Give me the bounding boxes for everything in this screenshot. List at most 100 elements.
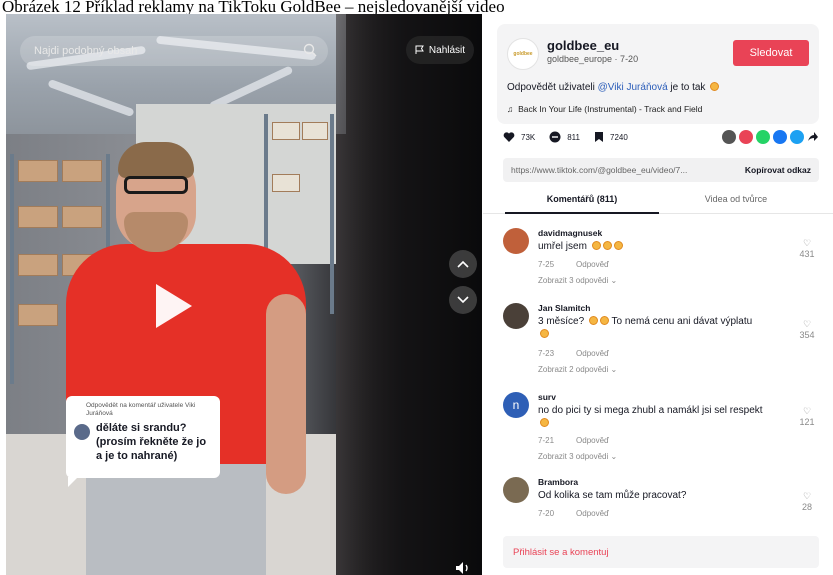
login-to-comment-button[interactable]: Přihlásit se a komentuj: [503, 536, 819, 568]
video-description: Odpovědět uživateli @Viki Juráňová je to…: [507, 82, 720, 93]
video-person: [66, 134, 326, 575]
copy-link-button[interactable]: Kopírovat odkaz: [745, 165, 811, 175]
video-player[interactable]: Najdi podobný obsah Nahlásit Odpovědět n…: [6, 14, 482, 575]
comment-like[interactable]: ♡ 431: [795, 238, 819, 259]
save-stat[interactable]: 7240: [594, 131, 628, 143]
whatsapp-icon[interactable]: [756, 130, 770, 144]
embed-icon[interactable]: [722, 130, 736, 144]
comment-item: Brambora Od kolika se tam může pracovat?…: [503, 477, 819, 523]
chevron-down-icon: [457, 296, 469, 304]
avatar[interactable]: [503, 303, 529, 329]
save-count: 7240: [610, 132, 628, 142]
comment-item: Jan Slamitch 3 měsíce? To nemá cenu ani …: [503, 303, 819, 381]
reply-button[interactable]: Odpověď: [576, 509, 609, 518]
comment-meta: 7-25 Odpověď: [538, 260, 609, 269]
comment-like-count: 354: [799, 330, 815, 340]
report-button[interactable]: Nahlásit: [406, 36, 474, 64]
description-suffix: je to tak: [667, 82, 706, 93]
comment-date: 7-20: [538, 509, 555, 518]
comment-icon: [549, 131, 561, 143]
description-prefix: Odpovědět uživateli: [507, 82, 598, 93]
search-icon[interactable]: [302, 42, 318, 58]
comment-text: Od kolika se tam může pracovat?: [538, 490, 687, 501]
play-icon[interactable]: [156, 284, 192, 328]
heart-outline-icon: ♡: [802, 238, 812, 248]
reply-sticker-avatar: [74, 424, 90, 440]
details-panel: goldbee goldbee_eu goldbee_europe · 7-20…: [483, 14, 833, 575]
reply-button[interactable]: Odpověď: [576, 349, 609, 358]
like-stat[interactable]: 73K: [503, 131, 535, 143]
video-info-card: goldbee goldbee_eu goldbee_europe · 7-20…: [497, 24, 819, 124]
tab-creator-videos[interactable]: Videa od tvůrce: [659, 194, 813, 204]
avatar[interactable]: n: [503, 392, 529, 418]
channel-avatar[interactable]: goldbee: [507, 38, 539, 70]
reply-sticker-text: děláte si srandu? (prosím řekněte že jo …: [96, 422, 207, 462]
comment-text: umřel jsem: [538, 240, 788, 253]
share-url[interactable]: https://www.tiktok.com/@goldbee_eu/video…: [511, 165, 687, 175]
comment-date: 7-23: [538, 349, 555, 358]
share-icons: [722, 130, 819, 144]
facebook-icon[interactable]: [773, 130, 787, 144]
reply-sticker-context: Odpovědět na komentář uživatele Viki Jur…: [86, 402, 196, 417]
comment-like[interactable]: ♡ 121: [795, 406, 819, 427]
reply-button[interactable]: Odpověď: [576, 260, 609, 269]
comment-author[interactable]: Brambora: [538, 477, 578, 487]
comment-meta: 7-23 Odpověď: [538, 349, 609, 358]
comment-date: 7-21: [538, 436, 555, 445]
comment-like-count: 121: [799, 417, 815, 427]
heart-outline-icon: ♡: [802, 406, 812, 416]
volume-icon[interactable]: [453, 559, 473, 575]
comment-count: 811: [567, 132, 580, 142]
chevron-up-icon: [457, 260, 469, 268]
comment-like[interactable]: ♡ 354: [795, 319, 819, 340]
tab-comments[interactable]: Komentářů (811): [505, 194, 659, 204]
comment-like-count: 431: [799, 249, 815, 259]
music-note-icon: ♫: [507, 104, 514, 114]
like-count: 73K: [521, 132, 536, 142]
comment-like-count: 28: [801, 502, 812, 512]
heart-outline-icon: ♡: [802, 319, 812, 329]
share-link-box: https://www.tiktok.com/@goldbee_eu/video…: [503, 158, 819, 182]
comment-text: no do pici ty si mega zhubl a namákl jsi…: [538, 404, 788, 430]
follow-button[interactable]: Sledovat: [733, 40, 809, 66]
reply-button[interactable]: Odpověď: [576, 436, 609, 445]
comment-author[interactable]: davidmagnusek: [538, 228, 602, 238]
view-replies-button[interactable]: Zobrazit 2 odpovědi ⌄: [538, 365, 617, 374]
view-replies-button[interactable]: Zobrazit 3 odpovědi ⌄: [538, 276, 617, 285]
report-label: Nahlásit: [428, 44, 466, 56]
music-title: Back In Your Life (Instrumental) - Track…: [518, 104, 703, 114]
next-video-button[interactable]: [449, 286, 477, 314]
channel-handle-date: goldbee_europe · 7-20: [547, 54, 639, 64]
description-mention[interactable]: @Viki Juráňová: [598, 82, 668, 93]
view-replies-button[interactable]: Zobrazit 3 odpovědi ⌄: [538, 452, 617, 461]
avatar[interactable]: [503, 228, 529, 254]
search-input[interactable]: Najdi podobný obsah: [20, 36, 328, 66]
send-icon[interactable]: [739, 130, 753, 144]
flag-icon: [415, 45, 424, 54]
comment-meta: 7-21 Odpověď: [538, 436, 609, 445]
smile-emoji-icon: [710, 82, 720, 91]
bookmark-icon: [595, 132, 603, 142]
comment-like[interactable]: ♡ 28: [795, 491, 819, 512]
comment-meta: 7-20 Odpověď: [538, 509, 609, 518]
comment-author[interactable]: Jan Slamitch: [538, 303, 590, 313]
heart-icon: [503, 132, 515, 142]
comment-text: 3 měsíce? To nemá cenu ani dávat výplatu: [538, 315, 788, 341]
twitter-icon[interactable]: [790, 130, 804, 144]
share-arrow-icon[interactable]: [807, 130, 819, 144]
avatar[interactable]: [503, 477, 529, 503]
engagement-bar: 73K 811 7240: [503, 128, 819, 146]
comment-item: n surv no do pici ty si mega zhubl a nam…: [503, 392, 819, 470]
search-placeholder: Najdi podobný obsah: [34, 45, 138, 57]
comment-stat[interactable]: 811: [549, 131, 580, 143]
channel-logo-text: goldbee: [513, 51, 533, 57]
previous-video-button[interactable]: [449, 250, 477, 278]
heart-outline-icon: ♡: [802, 491, 812, 501]
comment-date: 7-25: [538, 260, 555, 269]
panel-tabs: Komentářů (811) Videa od tvůrce: [483, 192, 833, 214]
comment-item: davidmagnusek umřel jsem 7-25 Odpověď Zob…: [503, 228, 819, 294]
channel-name[interactable]: goldbee_eu: [547, 38, 619, 53]
comment-author[interactable]: surv: [538, 392, 556, 402]
music-track[interactable]: ♫ Back In Your Life (Instrumental) - Tra…: [507, 104, 702, 114]
reply-sticker: Odpovědět na komentář uživatele Viki Jur…: [66, 396, 220, 478]
